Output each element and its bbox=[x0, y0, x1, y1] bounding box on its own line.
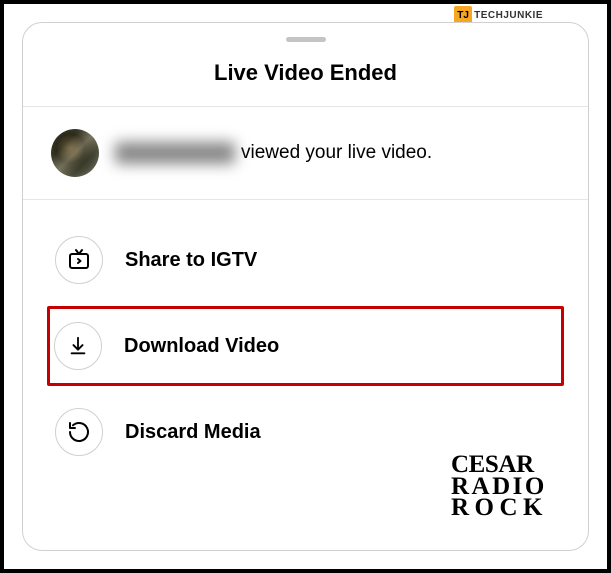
discard-media-label: Discard Media bbox=[125, 421, 261, 444]
tj-text: TECHJUNKIE bbox=[474, 10, 543, 21]
sheet-title: Live Video Ended bbox=[23, 42, 588, 107]
discard-icon bbox=[55, 408, 103, 456]
download-icon bbox=[54, 322, 102, 370]
viewers-row[interactable]: viewed your live video. bbox=[23, 107, 588, 200]
download-video-button[interactable]: Download Video bbox=[47, 306, 564, 386]
cesar-radio-rock-watermark: Cesar Radio Rock bbox=[451, 454, 548, 518]
igtv-icon bbox=[55, 236, 103, 284]
viewer-avatar bbox=[51, 129, 99, 177]
download-video-label: Download Video bbox=[124, 335, 279, 358]
share-igtv-button[interactable]: Share to IGTV bbox=[51, 220, 560, 300]
bottom-sheet: Live Video Ended viewed your live video.… bbox=[22, 22, 589, 551]
outer-frame: TJ TECHJUNKIE Live Video Ended viewed yo… bbox=[4, 4, 607, 569]
viewer-text: viewed your live video. bbox=[241, 142, 432, 164]
options-list: Share to IGTV Download Video bbox=[23, 200, 588, 492]
share-igtv-label: Share to IGTV bbox=[125, 249, 257, 272]
viewer-name-blurred bbox=[115, 142, 235, 164]
